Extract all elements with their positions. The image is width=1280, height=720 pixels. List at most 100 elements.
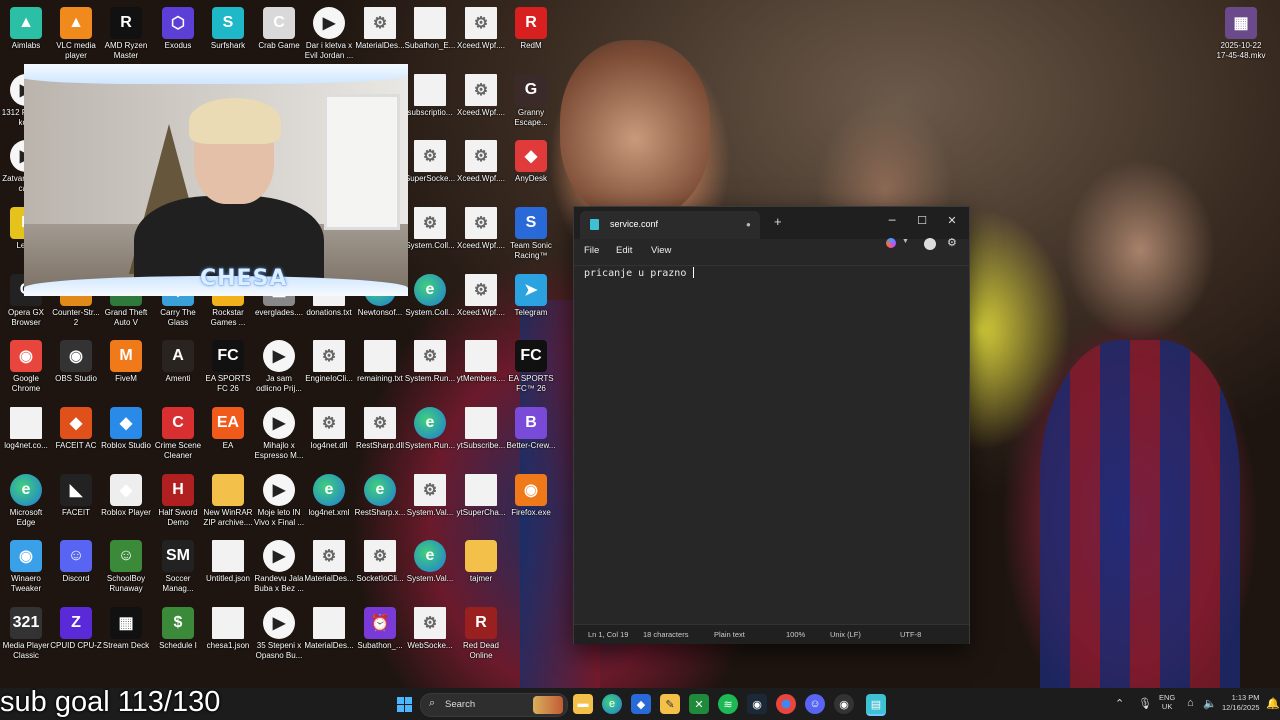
edge-taskbar-icon[interactable]: e [602, 694, 622, 714]
desktop-icon[interactable]: tajmer [455, 536, 507, 598]
store-icon[interactable]: ◆ [631, 694, 651, 714]
desktop-icon[interactable]: C Crime Scene Cleaner [152, 403, 204, 465]
notepad-window[interactable]: service.conf ● + ─ ☐ ✕ File Edit View ▼ … [573, 206, 970, 644]
desktop-icon[interactable]: ◉ Google Chrome [0, 336, 52, 398]
desktop-icon[interactable]: ◆ FACEIT AC [50, 403, 102, 465]
desktop-icon[interactable]: B Better-Crew... [505, 403, 557, 465]
desktop-icon[interactable]: G Granny Escape... [505, 70, 557, 132]
status-zoom[interactable]: 100% [786, 630, 805, 639]
desktop-icon[interactable]: ▶ Randevu Jala Buba x Bez ... [253, 536, 305, 598]
desktop-icon[interactable]: ◆ Roblox Studio [100, 403, 152, 465]
network-icon[interactable]: ⌂ [1187, 697, 1194, 709]
desktop-icon[interactable]: Untitled.json [202, 536, 254, 598]
desktop-icon[interactable]: FC EA SPORTS FC 26 [202, 336, 254, 398]
desktop-icon[interactable]: e System.Val... [404, 536, 456, 598]
desktop-icon[interactable]: ▶ 35 Stepeni x Opasno Bu... [253, 603, 305, 665]
xbox-icon[interactable]: ✕ [689, 694, 709, 714]
desktop-icon[interactable]: ◉ Winaero Tweaker [0, 536, 52, 598]
desktop-icon[interactable]: ☺ SchoolBoy Runaway [100, 536, 152, 598]
desktop-icon[interactable]: H Half Sword Demo [152, 470, 204, 532]
spotify-icon[interactable]: ≋ [718, 694, 738, 714]
menu-edit[interactable]: Edit [616, 245, 632, 256]
desktop-icon[interactable]: ⚙ Xceed.Wpf.... [455, 70, 507, 132]
desktop-icon[interactable]: R AMD Ryzen Master [100, 3, 152, 65]
microphone-icon[interactable]: 🎙 [1138, 697, 1152, 710]
desktop-icon[interactable]: chesa1.json [202, 603, 254, 665]
desktop-icon[interactable]: ⚙ MaterialDes... [354, 3, 406, 65]
status-format[interactable]: Plain text [714, 630, 745, 639]
sticky-notes-icon[interactable]: ✎ [660, 694, 680, 714]
desktop-icon[interactable]: MaterialDes... [303, 603, 355, 665]
desktop-icon[interactable]: ▦ 2025-10-22 17-45-48.mkv [1215, 3, 1267, 65]
desktop-icon[interactable]: Subathon_E... [404, 3, 456, 65]
desktop-icon[interactable]: ▶ Dar i kletva x Evil Jordan ... [303, 3, 355, 65]
maximize-button[interactable]: ☐ [911, 211, 933, 231]
desktop-icon[interactable]: $ Schedule I [152, 603, 204, 665]
chrome-taskbar-icon[interactable] [776, 694, 796, 714]
desktop-icon[interactable]: 321 Media Player Classic [0, 603, 52, 665]
volume-icon[interactable]: 🔈 [1203, 697, 1217, 710]
file-explorer-icon[interactable]: ▬ [573, 694, 593, 714]
discord-taskbar-icon[interactable]: ☺ [805, 694, 825, 714]
desktop-icon[interactable]: ➤ Telegram [505, 270, 557, 332]
status-encoding[interactable]: UTF-8 [900, 630, 921, 639]
desktop-icon[interactable]: ytSubscribe... [455, 403, 507, 465]
status-line-endings[interactable]: Unix (LF) [830, 630, 861, 639]
desktop-icon[interactable]: ⚙ SocketIoCli... [354, 536, 406, 598]
text-editor[interactable]: pricanje u prazno [584, 267, 959, 617]
desktop-icon[interactable]: ▲ VLC media player [50, 3, 102, 65]
desktop-icon[interactable]: e RestSharp.x... [354, 470, 406, 532]
desktop-icon[interactable]: M FiveM [100, 336, 152, 398]
clock[interactable]: 1:13 PM 12/16/2025 [1222, 693, 1260, 713]
desktop-icon[interactable]: ytSuperCha... [455, 470, 507, 532]
obs-taskbar-icon[interactable]: ◉ [834, 694, 854, 714]
desktop-icon[interactable]: C Crab Game [253, 3, 305, 65]
desktop-icon[interactable]: ⚙ System.Val... [404, 470, 456, 532]
copilot-icon[interactable] [886, 238, 896, 248]
desktop-icon[interactable]: ◆ Roblox Player [100, 470, 152, 532]
desktop-icon[interactable]: subscriptio... [404, 70, 456, 132]
desktop-icon[interactable]: ◉ OBS Studio [50, 336, 102, 398]
desktop-icon[interactable]: log4net.co... [0, 403, 52, 465]
desktop-icon[interactable]: ☺ Discord [50, 536, 102, 598]
desktop-icon[interactable]: ⚙ Xceed.Wpf.... [455, 270, 507, 332]
notepad-titlebar[interactable]: service.conf ● + ─ ☐ ✕ [574, 207, 969, 239]
desktop-icon[interactable]: ⚙ EngineIoCli... [303, 336, 355, 398]
notification-bell-icon[interactable]: 🔔 [1266, 697, 1280, 710]
desktop-icon[interactable]: ⚙ System.Coll... [404, 203, 456, 265]
steam-icon[interactable]: ◉ [747, 694, 767, 714]
chevron-up-icon[interactable]: ⌃ [1115, 697, 1124, 710]
desktop-icon[interactable]: remaining.txt [354, 336, 406, 398]
desktop-icon[interactable]: A Amenti [152, 336, 204, 398]
desktop-icon[interactable]: ▲ Aimlabs [0, 3, 52, 65]
language-indicator[interactable]: ENG UK [1159, 693, 1175, 711]
desktop-icon[interactable]: SM Soccer Manag... [152, 536, 204, 598]
desktop-icon[interactable]: ytMembers.... [455, 336, 507, 398]
desktop-icon[interactable]: e System.Run... [404, 403, 456, 465]
desktop-icon[interactable]: New WinRAR ZIP archive.... [202, 470, 254, 532]
desktop-icon[interactable]: ▶ Ja sam odlicno Prij... [253, 336, 305, 398]
desktop-icon[interactable]: ⚙ SuperSocke... [404, 136, 456, 198]
desktop-icon[interactable]: ⚙ Xceed.Wpf.... [455, 3, 507, 65]
unsaved-dot-icon[interactable]: ● [746, 220, 751, 229]
desktop-icon[interactable]: ⚙ WebSocke... [404, 603, 456, 665]
account-icon[interactable] [924, 238, 936, 250]
desktop-icon[interactable]: R RedM [505, 3, 557, 65]
desktop-icon[interactable]: Z CPUID CPU-Z [50, 603, 102, 665]
chevron-down-icon[interactable]: ▼ [902, 238, 909, 245]
desktop-icon[interactable]: ⚙ MaterialDes... [303, 536, 355, 598]
desktop-icon[interactable]: e Microsoft Edge [0, 470, 52, 532]
tab-service-conf[interactable]: service.conf ● [580, 211, 760, 239]
desktop-icon[interactable]: FC EA SPORTS FC™ 26 [505, 336, 557, 398]
gear-icon[interactable]: ⚙ [947, 236, 957, 249]
new-tab-button[interactable]: + [774, 214, 782, 229]
desktop-icon[interactable]: ▦ Stream Deck [100, 603, 152, 665]
desktop-icon[interactable]: e System.Coll... [404, 270, 456, 332]
desktop-icon[interactable]: ⬡ Exodus [152, 3, 204, 65]
start-button[interactable] [394, 694, 414, 714]
taskbar-search[interactable]: ⌕ Search [420, 693, 568, 717]
minimize-button[interactable]: ─ [881, 211, 903, 231]
close-button[interactable]: ✕ [941, 211, 963, 231]
desktop-icon[interactable]: e log4net.xml [303, 470, 355, 532]
desktop-icon[interactable]: S Surfshark [202, 3, 254, 65]
